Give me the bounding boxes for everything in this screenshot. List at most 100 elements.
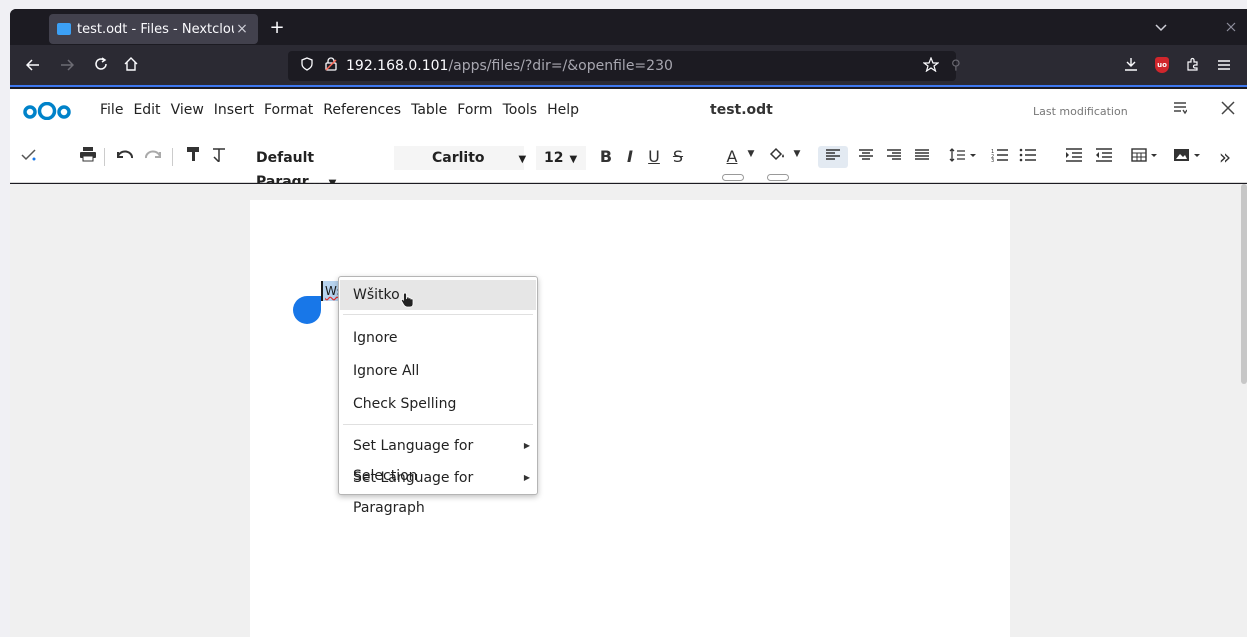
- ublock-icon[interactable]: uo: [1155, 57, 1169, 73]
- menu-separator: [343, 314, 533, 315]
- font-name-select[interactable]: Carlito ▼: [394, 146, 527, 170]
- decrease-indent-icon[interactable]: [1092, 146, 1116, 168]
- tab-bar: test.odt - Files - Nextcloud × +: [10, 9, 1247, 45]
- navigation-bar: 192.168.0.101 /apps/files/?dir=/&openfil…: [10, 45, 1247, 87]
- nextcloud-logo[interactable]: [23, 102, 71, 120]
- selection-handle[interactable]: [293, 296, 321, 324]
- url-path: /apps/files/?dir=/&openfile=230: [448, 58, 673, 74]
- menu-item-language-selection[interactable]: Set Language for Selection ▶: [340, 431, 536, 484]
- suggestion-wsitko[interactable]: Wšitko: [340, 280, 536, 310]
- more-tools-icon[interactable]: »: [1210, 146, 1240, 168]
- clear-formatting-icon[interactable]: [210, 146, 228, 168]
- font-color-button[interactable]: A: [722, 146, 742, 168]
- paragraph-style-select[interactable]: Default Paragr...▼: [256, 146, 386, 190]
- justify-icon[interactable]: [910, 146, 934, 168]
- menu-table[interactable]: Table: [411, 102, 447, 118]
- menu-item-label: Ignore All: [353, 363, 420, 379]
- menu-icon[interactable]: [1213, 55, 1235, 77]
- toolbar-separator: [104, 148, 105, 166]
- print-icon[interactable]: [78, 146, 98, 168]
- star-icon[interactable]: [922, 55, 940, 76]
- menu-form[interactable]: Form: [457, 102, 492, 118]
- font-size-value: 12: [544, 150, 564, 166]
- menu-item-label: Ignore: [353, 330, 398, 346]
- font-size-select[interactable]: 12 ▼: [536, 146, 586, 170]
- menu-view[interactable]: View: [171, 102, 204, 118]
- document-title[interactable]: test.odt: [710, 102, 773, 118]
- insert-image-icon[interactable]: [1170, 146, 1204, 168]
- extensions-icon[interactable]: [1182, 55, 1204, 77]
- menu-item-ignore[interactable]: Ignore: [340, 323, 536, 353]
- menu-list: File Edit View Insert Format References …: [100, 102, 589, 118]
- redo-icon[interactable]: [142, 146, 164, 168]
- strikethrough-button[interactable]: S: [668, 146, 688, 168]
- close-document-icon[interactable]: [1218, 100, 1238, 120]
- line-spacing-icon[interactable]: [946, 146, 980, 168]
- url-bar[interactable]: 192.168.0.101 /apps/files/?dir=/&openfil…: [288, 51, 956, 81]
- window-close-icon[interactable]: [1220, 17, 1242, 39]
- menu-separator: [343, 424, 533, 425]
- folder-icon: [57, 23, 71, 35]
- svg-text:3: 3: [991, 158, 994, 162]
- lock-icon[interactable]: [322, 57, 340, 75]
- menu-item-label: Wšitko: [353, 287, 400, 303]
- dropdown-arrow-icon: ▼: [569, 154, 578, 165]
- submenu-arrow-icon: ▶: [523, 473, 530, 482]
- menu-tools[interactable]: Tools: [503, 102, 538, 118]
- document-area: Wšitk: [10, 184, 1247, 637]
- reload-icon[interactable]: [90, 55, 112, 77]
- menu-references[interactable]: References: [323, 102, 401, 118]
- menu-file[interactable]: File: [100, 102, 123, 118]
- font-name-value: Carlito: [432, 150, 485, 166]
- browser-tab[interactable]: test.odt - Files - Nextcloud ×: [49, 14, 258, 44]
- menu-item-language-paragraph[interactable]: Set Language for Paragraph ▶: [340, 463, 536, 516]
- highlight-dropdown-icon[interactable]: ▼: [792, 143, 802, 165]
- numbered-list-icon[interactable]: 123: [988, 146, 1012, 168]
- align-left-icon[interactable]: [818, 146, 848, 168]
- home-icon[interactable]: [120, 55, 142, 77]
- font-color-dropdown-icon[interactable]: ▼: [746, 143, 756, 165]
- tab-title: test.odt - Files - Nextcloud: [77, 21, 234, 37]
- hand-pointer-icon: [400, 292, 414, 308]
- chevron-down-icon[interactable]: [1150, 17, 1172, 39]
- dropdown-arrow-icon: ▼: [518, 154, 527, 165]
- menu-insert[interactable]: Insert: [214, 102, 254, 118]
- align-right-icon[interactable]: [882, 146, 906, 168]
- menu-item-ignore-all[interactable]: Ignore All: [340, 356, 536, 386]
- toolbar-separator: [172, 148, 173, 166]
- underline-button[interactable]: U: [644, 146, 664, 168]
- sidebar-toggle-icon[interactable]: [1170, 100, 1190, 120]
- download-icon[interactable]: [1120, 55, 1142, 77]
- highlight-color-icon[interactable]: [766, 146, 788, 168]
- bold-button[interactable]: B: [596, 146, 616, 168]
- shield-icon[interactable]: [298, 57, 316, 75]
- forward-icon[interactable]: [56, 55, 78, 77]
- spellcheck-icon[interactable]: [19, 146, 39, 168]
- insert-table-icon[interactable]: [1128, 146, 1162, 168]
- tab-close-button[interactable]: ×: [234, 21, 250, 37]
- submenu-arrow-icon: ▶: [523, 441, 530, 450]
- vertical-scrollbar[interactable]: [1241, 184, 1247, 384]
- highlight-color-swatch: [767, 174, 789, 181]
- spelling-context-menu: Wšitko Ignore Ignore All Check Spelling …: [338, 276, 538, 516]
- url-host: 192.168.0.101: [346, 58, 449, 74]
- last-modification-label[interactable]: Last modification: [1033, 105, 1128, 118]
- menu-item-label: Check Spelling: [353, 396, 457, 412]
- back-icon[interactable]: [22, 55, 44, 77]
- increase-indent-icon[interactable]: [1062, 146, 1086, 168]
- bullet-list-icon[interactable]: [1016, 146, 1040, 168]
- undo-icon[interactable]: [114, 146, 136, 168]
- italic-button[interactable]: I: [620, 146, 640, 168]
- clone-formatting-icon[interactable]: [184, 146, 202, 168]
- menu-item-check-spelling[interactable]: Check Spelling: [340, 389, 536, 419]
- font-color-swatch: [722, 174, 744, 181]
- extension-icon[interactable]: ⚲: [951, 58, 961, 73]
- new-tab-button[interactable]: +: [265, 16, 289, 40]
- menu-format[interactable]: Format: [264, 102, 313, 118]
- menu-edit[interactable]: Edit: [133, 102, 160, 118]
- office-menubar: File Edit View Insert Format References …: [10, 89, 1247, 131]
- menu-help[interactable]: Help: [547, 102, 579, 118]
- browser-window: test.odt - Files - Nextcloud × + 192.168…: [10, 9, 1247, 637]
- formatting-toolbar: Default Paragr...▼ Carlito▼ 12▼ B I U S …: [10, 131, 1247, 190]
- align-center-icon[interactable]: [854, 146, 878, 168]
